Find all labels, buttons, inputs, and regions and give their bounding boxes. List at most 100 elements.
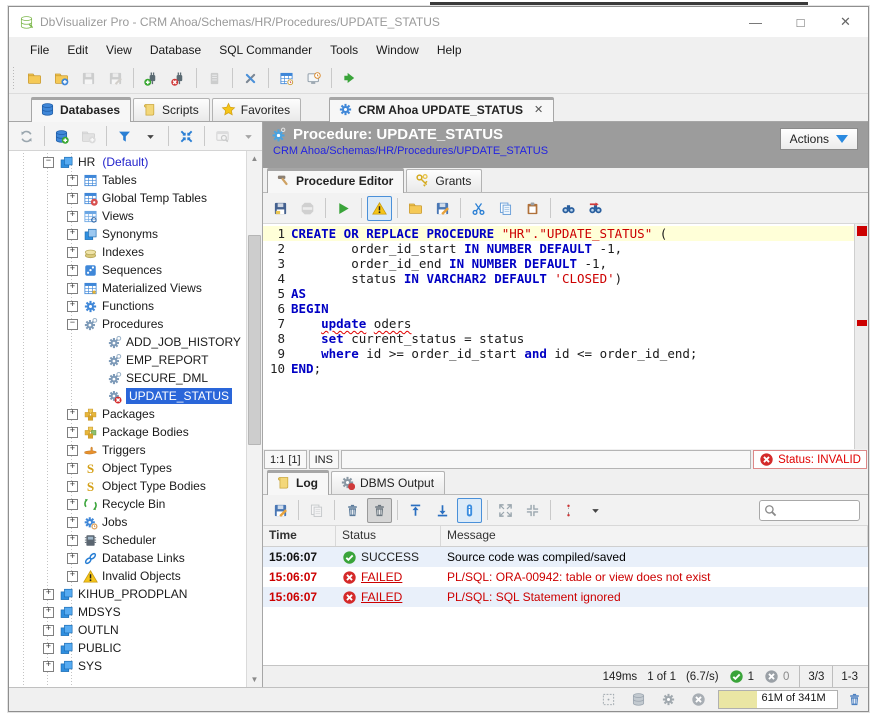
tab-grants[interactable]: Grants bbox=[406, 169, 482, 192]
expand-icon[interactable]: + bbox=[43, 607, 54, 618]
create-folder-button[interactable] bbox=[76, 124, 101, 149]
connect-button[interactable] bbox=[139, 66, 164, 91]
collapse-all-log-button[interactable] bbox=[520, 498, 545, 523]
menu-window[interactable]: Window bbox=[367, 40, 428, 60]
tab-databases[interactable]: Databases bbox=[31, 97, 131, 122]
log-row[interactable]: 15:06:07FAILEDPL/SQL: SQL Statement igno… bbox=[263, 587, 868, 607]
collapse-icon[interactable]: − bbox=[43, 157, 54, 168]
expand-icon[interactable]: + bbox=[67, 463, 78, 474]
tab-log[interactable]: Log bbox=[267, 470, 329, 495]
expand-icon[interactable]: + bbox=[67, 517, 78, 528]
tree-item-object-types[interactable]: +SObject Types bbox=[9, 459, 247, 477]
open-file-button[interactable] bbox=[22, 66, 47, 91]
minimize-button[interactable]: — bbox=[733, 7, 778, 37]
expand-icon[interactable]: + bbox=[67, 211, 78, 222]
save-button[interactable] bbox=[76, 66, 101, 91]
tree-item-kihub-prodplan[interactable]: +KIHUB_PRODPLAN bbox=[9, 585, 247, 603]
expand-icon[interactable]: + bbox=[67, 247, 78, 258]
log-search-box[interactable] bbox=[759, 500, 860, 521]
code-line-4[interactable]: 4 status IN VARCHAR2 DEFAULT 'CLOSED') bbox=[263, 271, 855, 286]
menu-edit[interactable]: Edit bbox=[58, 40, 97, 60]
code-line-6[interactable]: 6BEGIN bbox=[263, 301, 855, 316]
export-log-button[interactable] bbox=[268, 498, 293, 523]
scroll-to-top-button[interactable] bbox=[403, 498, 428, 523]
menu-view[interactable]: View bbox=[97, 40, 141, 60]
log-column-message[interactable]: Message bbox=[441, 526, 868, 546]
code-line-10[interactable]: 10END; bbox=[263, 361, 855, 376]
tree-item-packages[interactable]: +Packages bbox=[9, 405, 247, 423]
tab-dbms-output[interactable]: DBMS Output bbox=[331, 471, 445, 494]
expand-icon[interactable]: + bbox=[67, 229, 78, 240]
monitor-button[interactable] bbox=[301, 66, 326, 91]
create-connection-button[interactable] bbox=[50, 124, 75, 149]
tree-item-sys[interactable]: +SYS bbox=[9, 657, 247, 675]
error-marker[interactable] bbox=[857, 320, 867, 326]
locate-dropdown-button[interactable] bbox=[236, 124, 261, 149]
expand-icon[interactable]: + bbox=[43, 661, 54, 672]
tree-item-views[interactable]: +Views bbox=[9, 207, 247, 225]
expand-icon[interactable]: + bbox=[67, 193, 78, 204]
tree-item-scheduler[interactable]: +Scheduler bbox=[9, 531, 247, 549]
copy-log-button[interactable] bbox=[304, 498, 329, 523]
code-line-1[interactable]: 1CREATE OR REPLACE PROCEDURE "HR"."UPDAT… bbox=[263, 226, 855, 241]
tree-item-sequences[interactable]: +Sequences bbox=[9, 261, 247, 279]
continue-execution-button[interactable] bbox=[337, 66, 362, 91]
refresh-objects-button[interactable] bbox=[14, 124, 39, 149]
open-file-settings-button[interactable] bbox=[49, 66, 74, 91]
log-row[interactable]: 15:06:07SUCCESSSource code was compiled/… bbox=[263, 547, 868, 567]
code-line-2[interactable]: 2 order_id_start IN NUMBER DEFAULT -1, bbox=[263, 241, 855, 256]
scroll-down-icon[interactable]: ▼ bbox=[247, 672, 262, 687]
log-column-status[interactable]: Status bbox=[336, 526, 441, 546]
tab-favorites[interactable]: Favorites bbox=[212, 98, 301, 121]
tree-item-mdsys[interactable]: +MDSYS bbox=[9, 603, 247, 621]
split-dropdown-button[interactable] bbox=[583, 498, 608, 523]
tab-scripts[interactable]: Scripts bbox=[133, 98, 210, 121]
memory-gauge[interactable]: 61M of 341M bbox=[718, 690, 838, 709]
search-input[interactable] bbox=[781, 503, 855, 517]
tree-item-update-status[interactable]: UPDATE_STATUS bbox=[9, 387, 247, 405]
cut-button[interactable] bbox=[466, 196, 491, 221]
filter-dropdown-button[interactable] bbox=[139, 124, 164, 149]
tab-crm-ahoa-update-status[interactable]: CRM Ahoa UPDATE_STATUS✕ bbox=[329, 97, 554, 122]
scrollbar-thumb[interactable] bbox=[248, 235, 261, 445]
expand-icon[interactable]: + bbox=[67, 445, 78, 456]
menu-help[interactable]: Help bbox=[428, 40, 471, 60]
error-marker[interactable] bbox=[857, 226, 867, 236]
stop-execution-button[interactable] bbox=[295, 196, 320, 221]
save-procedure-button[interactable] bbox=[268, 196, 293, 221]
expand-icon[interactable]: + bbox=[67, 175, 78, 186]
tree-scrollbar[interactable]: ▲ ▼ bbox=[246, 151, 262, 687]
tree-item-add-job-history[interactable]: ADD_JOB_HISTORY bbox=[9, 333, 247, 351]
load-from-file-button[interactable] bbox=[403, 196, 428, 221]
tree-item-indexes[interactable]: +Indexes bbox=[9, 243, 247, 261]
expand-icon[interactable]: + bbox=[67, 535, 78, 546]
menu-sql-commander[interactable]: SQL Commander bbox=[210, 40, 321, 60]
log-row[interactable]: 15:06:07FAILEDPL/SQL: ORA-00942: table o… bbox=[263, 567, 868, 587]
save-to-file-button[interactable] bbox=[430, 196, 455, 221]
expand-icon[interactable]: + bbox=[67, 481, 78, 492]
clear-on-execute-button[interactable] bbox=[367, 498, 392, 523]
tree-item-database-links[interactable]: +Database Links bbox=[9, 549, 247, 567]
tab-procedure-editor[interactable]: Procedure Editor bbox=[267, 168, 404, 193]
menu-database[interactable]: Database bbox=[141, 40, 210, 60]
log-column-time[interactable]: Time bbox=[263, 526, 336, 546]
tree-item-procedures[interactable]: −Procedures bbox=[9, 315, 247, 333]
expand-icon[interactable]: + bbox=[67, 301, 78, 312]
close-tab-icon[interactable]: ✕ bbox=[534, 103, 543, 116]
code-line-3[interactable]: 3 order_id_end IN NUMBER DEFAULT -1, bbox=[263, 256, 855, 271]
tree-item-object-type-bodies[interactable]: +SObject Type Bodies bbox=[9, 477, 247, 495]
paste-button[interactable] bbox=[520, 196, 545, 221]
expand-icon[interactable]: + bbox=[67, 265, 78, 276]
menu-file[interactable]: File bbox=[21, 40, 58, 60]
show-errors-button[interactable] bbox=[367, 196, 392, 221]
expand-icon[interactable]: + bbox=[67, 409, 78, 420]
filter-connections-button[interactable] bbox=[112, 124, 137, 149]
expand-icon[interactable]: + bbox=[67, 499, 78, 510]
split-marker-button[interactable] bbox=[556, 498, 581, 523]
expand-icon[interactable]: + bbox=[67, 283, 78, 294]
tree-item-outln[interactable]: +OUTLN bbox=[9, 621, 247, 639]
tree-item-triggers[interactable]: +Triggers bbox=[9, 441, 247, 459]
collapse-all-button[interactable] bbox=[174, 124, 199, 149]
tree-item-materialized-views[interactable]: +Materialized Views bbox=[9, 279, 247, 297]
tool-properties-button[interactable] bbox=[238, 66, 263, 91]
